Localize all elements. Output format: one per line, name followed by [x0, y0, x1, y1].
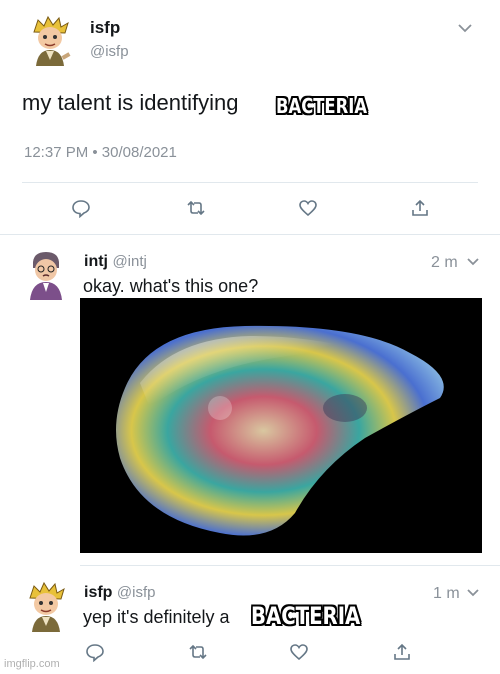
divider: [0, 234, 500, 235]
reply-author-handle[interactable]: @intj: [112, 253, 146, 270]
reply-author-name[interactable]: intj: [84, 253, 108, 270]
reply-time: 2 m: [431, 254, 458, 271]
isfp-avatar[interactable]: [20, 580, 72, 632]
reply-time: 1 m: [433, 585, 460, 602]
intj-avatar[interactable]: [20, 248, 72, 300]
tweet-author-handle[interactable]: @isfp: [90, 43, 129, 60]
meme-overlay-text: BACTERIA: [276, 94, 368, 118]
cartoon-boy-avatar-icon: [29, 581, 65, 632]
reply-icon[interactable]: [82, 640, 108, 664]
reply-text: yep it's definitely a: [83, 607, 230, 627]
retweet-icon[interactable]: [185, 640, 211, 664]
meme-overlay-text: BACTERIA: [251, 602, 361, 630]
watermark: imgflip.com: [4, 658, 60, 670]
reply-image[interactable]: [80, 298, 482, 553]
tweet-author-name[interactable]: isfp: [90, 18, 120, 38]
retweet-icon[interactable]: [183, 196, 209, 220]
reply-text: okay. what's this one?: [83, 276, 259, 296]
reply-author-handle[interactable]: @isfp: [117, 584, 156, 601]
share-icon[interactable]: [407, 196, 433, 220]
divider: [22, 182, 478, 183]
cartoon-man-avatar-icon: [30, 252, 62, 300]
chevron-down-icon[interactable]: [465, 585, 481, 606]
like-icon[interactable]: [295, 196, 321, 220]
like-icon[interactable]: [286, 640, 312, 664]
reply-author-name[interactable]: isfp: [84, 584, 112, 601]
tweet-text: my talent is identifying: [22, 90, 239, 115]
chevron-down-icon[interactable]: [457, 20, 473, 41]
reply-icon[interactable]: [68, 196, 94, 220]
chevron-down-icon[interactable]: [465, 254, 481, 275]
tweet-timestamp[interactable]: 12:37 PM • 30/08/2021: [24, 144, 177, 161]
share-icon[interactable]: [389, 640, 415, 664]
divider: [80, 565, 500, 566]
iridescent-bubble-image-icon: [116, 325, 444, 536]
cartoon-boy-avatar-icon: [33, 15, 71, 66]
isfp-avatar[interactable]: [24, 14, 76, 66]
